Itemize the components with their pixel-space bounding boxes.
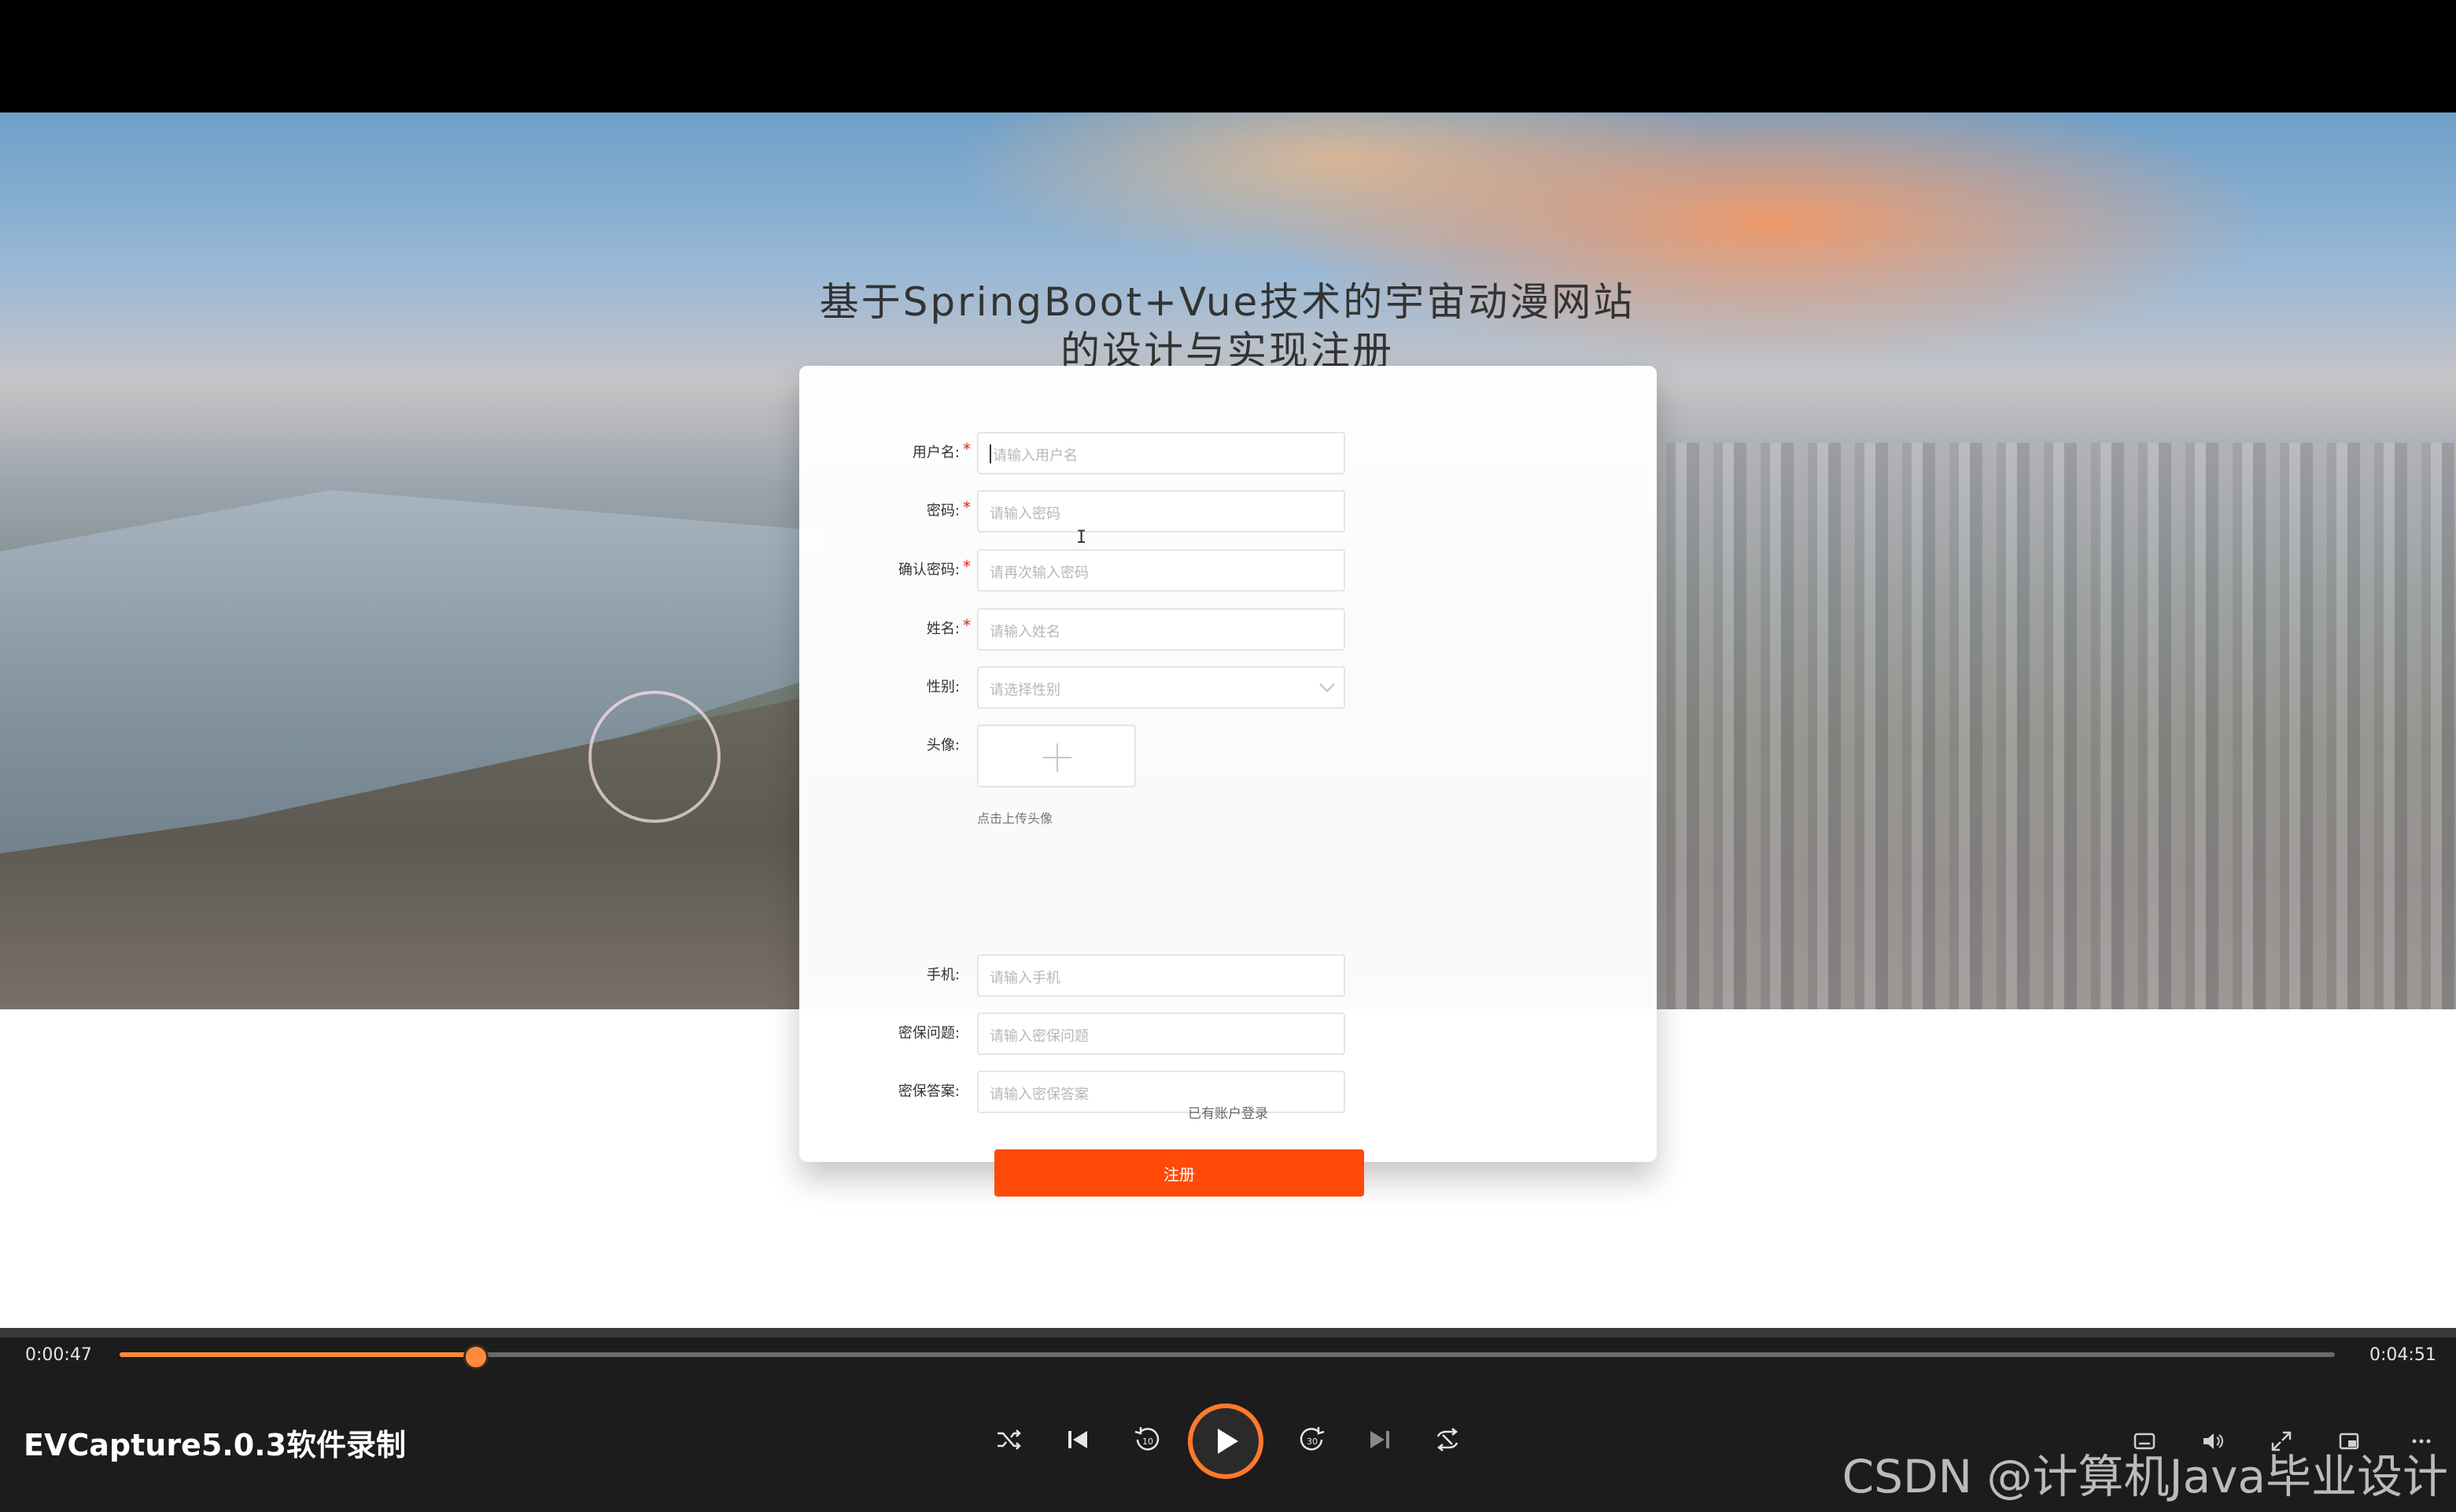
- name-row: 姓名: * 请输入姓名: [799, 608, 1657, 652]
- register-button[interactable]: 注册: [994, 1149, 1364, 1197]
- next-icon[interactable]: [1361, 1421, 1399, 1459]
- seek-bar-thumb[interactable]: [463, 1344, 489, 1370]
- security-answer-placeholder: 请输入密保答案: [990, 1086, 1089, 1103]
- csdn-watermark: CSDN @计算机Java毕业设计: [1842, 1450, 2448, 1503]
- name-placeholder: 请输入姓名: [990, 624, 1060, 640]
- username-row: 用户名: * 请输入用户名: [799, 432, 1657, 476]
- required-mark: *: [963, 616, 971, 635]
- app-name: EVCapture5.0.3软件录制: [24, 1428, 407, 1462]
- security-question-label: 密保问题:: [898, 1025, 960, 1042]
- confirm-password-placeholder: 请再次输入密码: [990, 565, 1089, 581]
- play-button[interactable]: [1188, 1403, 1263, 1479]
- security-question-row: 密保问题: 请输入密保问题: [799, 1012, 1657, 1057]
- password-input[interactable]: 请输入密码: [977, 490, 1345, 533]
- name-input[interactable]: 请输入姓名: [977, 608, 1345, 651]
- svg-text:30: 30: [1307, 1436, 1318, 1447]
- plus-icon: [1057, 743, 1058, 772]
- security-question-placeholder: 请输入密保问题: [990, 1028, 1089, 1045]
- required-mark: *: [963, 557, 971, 576]
- username-label: 用户名:: [912, 444, 960, 461]
- seek-bar-progress: [120, 1352, 474, 1357]
- name-label: 姓名:: [926, 621, 960, 637]
- security-question-input[interactable]: 请输入密保问题: [977, 1012, 1345, 1055]
- gender-placeholder: 请选择性别: [990, 682, 1060, 699]
- play-icon: [1218, 1429, 1238, 1454]
- page-title-line-1: 基于SpringBoot+Vue技术的宇宙动漫网站: [819, 279, 1635, 325]
- current-time: 0:00:47: [25, 1345, 92, 1365]
- repeat-icon[interactable]: [1429, 1421, 1466, 1459]
- avatar-upload-button[interactable]: [977, 725, 1136, 787]
- previous-icon[interactable]: [1059, 1421, 1097, 1459]
- background-ferris-wheel: [588, 691, 721, 823]
- text-cursor-icon: I: [1076, 528, 1087, 548]
- username-placeholder: 请输入用户名: [993, 448, 1078, 464]
- text-caret: [990, 444, 991, 463]
- svg-text:10: 10: [1142, 1436, 1153, 1447]
- rewind-10-icon[interactable]: 10: [1128, 1421, 1166, 1459]
- phone-input[interactable]: 请输入手机: [977, 954, 1345, 997]
- login-link[interactable]: 已有账户登录: [799, 1102, 1657, 1122]
- phone-row: 手机: 请输入手机: [799, 954, 1657, 998]
- password-label: 密码:: [926, 503, 960, 519]
- username-input[interactable]: 请输入用户名: [977, 432, 1345, 474]
- page-title: 基于SpringBoot+Vue技术的宇宙动漫网站 的设计与实现注册: [802, 278, 1652, 375]
- required-mark: *: [963, 440, 971, 459]
- register-card: 用户名: * 请输入用户名 密码: * 请输入密码 确认密码: * 请再次输入密…: [799, 366, 1657, 1197]
- chevron-down-icon: [1319, 677, 1335, 692]
- required-mark: *: [963, 498, 971, 517]
- security-answer-label: 密保答案:: [898, 1083, 960, 1100]
- register-page: 基于SpringBoot+Vue技术的宇宙动漫网站 的设计与实现注册 用户名: …: [0, 112, 2456, 1328]
- top-letterbox: [0, 0, 2456, 112]
- confirm-password-row: 确认密码: * 请再次输入密码: [799, 549, 1657, 593]
- gender-select[interactable]: 请选择性别: [977, 666, 1345, 709]
- video-player-controls: 0:00:47 0:04:51 EVCapture5.0.3软件录制 10 30…: [0, 1328, 2456, 1512]
- confirm-password-input[interactable]: 请再次输入密码: [977, 549, 1345, 592]
- forward-30-icon[interactable]: 30: [1293, 1421, 1331, 1459]
- seek-bar[interactable]: [120, 1344, 2335, 1370]
- phone-placeholder: 请输入手机: [990, 970, 1060, 986]
- password-placeholder: 请输入密码: [990, 506, 1060, 522]
- avatar-row: 头像: 点击上传头像: [799, 725, 1657, 835]
- gender-label: 性别:: [926, 679, 960, 695]
- avatar-label: 头像:: [926, 737, 960, 754]
- shuffle-icon[interactable]: [990, 1421, 1027, 1459]
- confirm-password-label: 确认密码:: [898, 562, 960, 578]
- password-row: 密码: * 请输入密码: [799, 490, 1657, 534]
- gender-row: 性别: 请选择性别: [799, 666, 1657, 710]
- background-city: [1652, 443, 2456, 1009]
- total-time: 0:04:51: [2369, 1345, 2436, 1365]
- phone-label: 手机:: [926, 967, 960, 983]
- avatar-upload-hint: 点击上传头像: [977, 811, 1053, 826]
- player-top-strip: [0, 1328, 2456, 1337]
